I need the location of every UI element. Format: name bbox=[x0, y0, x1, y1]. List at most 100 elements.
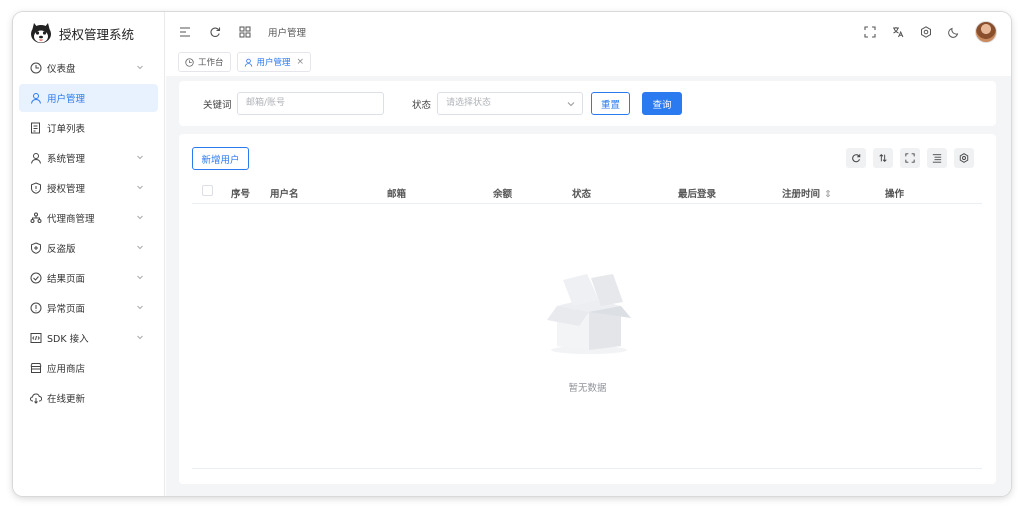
close-icon[interactable]: × bbox=[297, 57, 305, 67]
sidebar-menu: 仪表盘用户管理订单列表系统管理授权管理代理商管理反盗版结果页面异常页面 SDK 接… bbox=[13, 54, 164, 412]
keyword-label: 关键词 bbox=[203, 100, 232, 111]
column-header-label: 邮箱 bbox=[387, 189, 407, 200]
chevron-down-icon bbox=[136, 213, 144, 221]
sidebar-item-label: 结果页面 bbox=[47, 274, 86, 285]
sort-icon[interactable]: ⇕ bbox=[824, 189, 832, 200]
column-header-label: 用户名 bbox=[270, 189, 299, 200]
sidebar-item-4[interactable]: 授权管理 bbox=[19, 174, 158, 202]
column-header-label: 序号 bbox=[231, 189, 251, 200]
column-header-label: 状态 bbox=[572, 189, 592, 200]
system-user-icon bbox=[30, 152, 42, 164]
sort-icon bbox=[879, 154, 887, 162]
reset-button[interactable]: 重置 bbox=[591, 92, 630, 115]
sidebar-item-label: 用户管理 bbox=[47, 94, 86, 105]
status-select[interactable]: 请选择状态 bbox=[437, 92, 583, 115]
table-bottom-border bbox=[192, 468, 982, 469]
translate-icon[interactable] bbox=[891, 25, 905, 39]
refresh-icon bbox=[852, 154, 861, 163]
table-refresh-button[interactable] bbox=[846, 148, 866, 168]
column-header-label: 最后登录 bbox=[678, 189, 717, 200]
chevron-down-icon bbox=[136, 63, 144, 71]
fullscreen-icon[interactable] bbox=[863, 25, 877, 39]
table-settings-button[interactable] bbox=[954, 148, 974, 168]
sidebar-item-label: 系统管理 bbox=[47, 154, 86, 165]
order-icon bbox=[30, 122, 42, 134]
column-header: 序号 bbox=[231, 186, 250, 200]
cloud-download-icon bbox=[30, 392, 42, 404]
chevron-down-icon bbox=[136, 333, 144, 341]
user-icon bbox=[244, 58, 253, 67]
refresh-icon[interactable] bbox=[208, 25, 222, 39]
sidebar-item-3[interactable]: 系统管理 bbox=[19, 144, 158, 172]
query-button[interactable]: 查询 bbox=[642, 92, 682, 115]
sidebar-item-8[interactable]: 异常页面 bbox=[19, 294, 158, 322]
tab-1[interactable]: 用户管理 × bbox=[236, 52, 312, 72]
search-card: 关键词 邮箱/账号 状态 请选择状态 重置 查询 bbox=[179, 81, 996, 126]
sidebar-item-9[interactable]: SDK 接入 bbox=[19, 324, 158, 352]
app-window: 授权管理系统 仪表盘 用户管理 订单列表 系统管理 授权管理 代理商管理 反盗版 结果页面 异常… bbox=[13, 12, 1011, 496]
keyword-input[interactable]: 邮箱/账号 bbox=[237, 92, 384, 115]
status-label: 状态 bbox=[412, 100, 432, 111]
sidebar-item-2[interactable]: 订单列表 bbox=[19, 114, 158, 142]
topbar-actions bbox=[863, 21, 997, 43]
keyword-placeholder: 邮箱/账号 bbox=[246, 98, 286, 108]
chevron-down-icon bbox=[567, 102, 575, 107]
sidebar-item-label: 授权管理 bbox=[47, 184, 86, 195]
column-header[interactable]: 注册时间 ⇕ bbox=[782, 186, 832, 200]
chevron-down-icon bbox=[136, 183, 144, 191]
chevron-down-icon bbox=[136, 153, 144, 161]
logo-icon bbox=[31, 23, 51, 43]
column-header: 余额 bbox=[493, 186, 512, 200]
add-user-button[interactable]: 新增用户 bbox=[192, 147, 249, 170]
main-area: 用户管理 工作台 用户管理 × 关键词 邮箱/账号 状态 请选择状态 重置 查询… bbox=[166, 12, 1011, 496]
sidebar-item-label: 代理商管理 bbox=[47, 214, 95, 225]
list-icon bbox=[932, 154, 942, 163]
sidebar-item-label: 仪表盘 bbox=[47, 64, 76, 75]
column-header-label: 注册时间 bbox=[782, 189, 821, 200]
sidebar-item-1[interactable]: 用户管理 bbox=[19, 84, 158, 112]
user-icon bbox=[30, 92, 42, 104]
avatar[interactable] bbox=[975, 21, 997, 43]
shield-plus-icon bbox=[30, 242, 42, 254]
sidebar-item-0[interactable]: 仪表盘 bbox=[19, 54, 158, 82]
grid-icon[interactable] bbox=[238, 25, 252, 39]
sidebar-item-label: 反盗版 bbox=[47, 244, 76, 255]
fullscreen-icon bbox=[905, 153, 915, 163]
sidebar-item-label: 应用商店 bbox=[47, 364, 86, 375]
settings-icon bbox=[959, 153, 969, 163]
empty-text: 暂无数据 bbox=[568, 383, 607, 394]
empty-box-icon bbox=[547, 274, 631, 354]
tab-0[interactable]: 工作台 bbox=[178, 52, 231, 72]
column-header: 邮箱 bbox=[387, 186, 406, 200]
sidebar-item-5[interactable]: 代理商管理 bbox=[19, 204, 158, 232]
org-icon bbox=[30, 212, 42, 224]
dashboard-icon bbox=[30, 62, 42, 74]
tab-label: 工作台 bbox=[198, 58, 224, 68]
sidebar-item-label: 异常页面 bbox=[47, 304, 86, 315]
table-density-button[interactable] bbox=[873, 148, 893, 168]
store-icon bbox=[30, 362, 42, 374]
select-all-checkbox[interactable] bbox=[202, 185, 213, 196]
column-header-label: 余额 bbox=[493, 189, 513, 200]
table-columns-button[interactable] bbox=[927, 148, 947, 168]
column-header: 最后登录 bbox=[678, 186, 716, 200]
shield-icon bbox=[30, 182, 42, 194]
dark-mode-icon[interactable] bbox=[947, 25, 961, 39]
warning-circle-icon bbox=[30, 302, 42, 314]
sidebar-item-10[interactable]: 应用商店 bbox=[19, 354, 158, 382]
sidebar-item-6[interactable]: 反盗版 bbox=[19, 234, 158, 262]
sidebar-item-7[interactable]: 结果页面 bbox=[19, 264, 158, 292]
settings-icon[interactable] bbox=[919, 25, 933, 39]
app-title: 授权管理系统 bbox=[59, 26, 135, 42]
sidebar-item-label: 订单列表 bbox=[47, 124, 86, 135]
column-header-label: 操作 bbox=[885, 189, 905, 200]
status-placeholder: 请选择状态 bbox=[446, 98, 492, 108]
menu-fold-icon[interactable] bbox=[178, 25, 192, 39]
tab-label: 用户管理 bbox=[256, 58, 291, 68]
table-fullscreen-button[interactable] bbox=[900, 148, 920, 168]
column-header: 用户名 bbox=[270, 186, 299, 200]
chevron-down-icon bbox=[136, 303, 144, 311]
sidebar-item-11[interactable]: 在线更新 bbox=[19, 384, 158, 412]
breadcrumb[interactable]: 用户管理 bbox=[268, 25, 306, 39]
logo-row: 授权管理系统 bbox=[13, 12, 164, 54]
